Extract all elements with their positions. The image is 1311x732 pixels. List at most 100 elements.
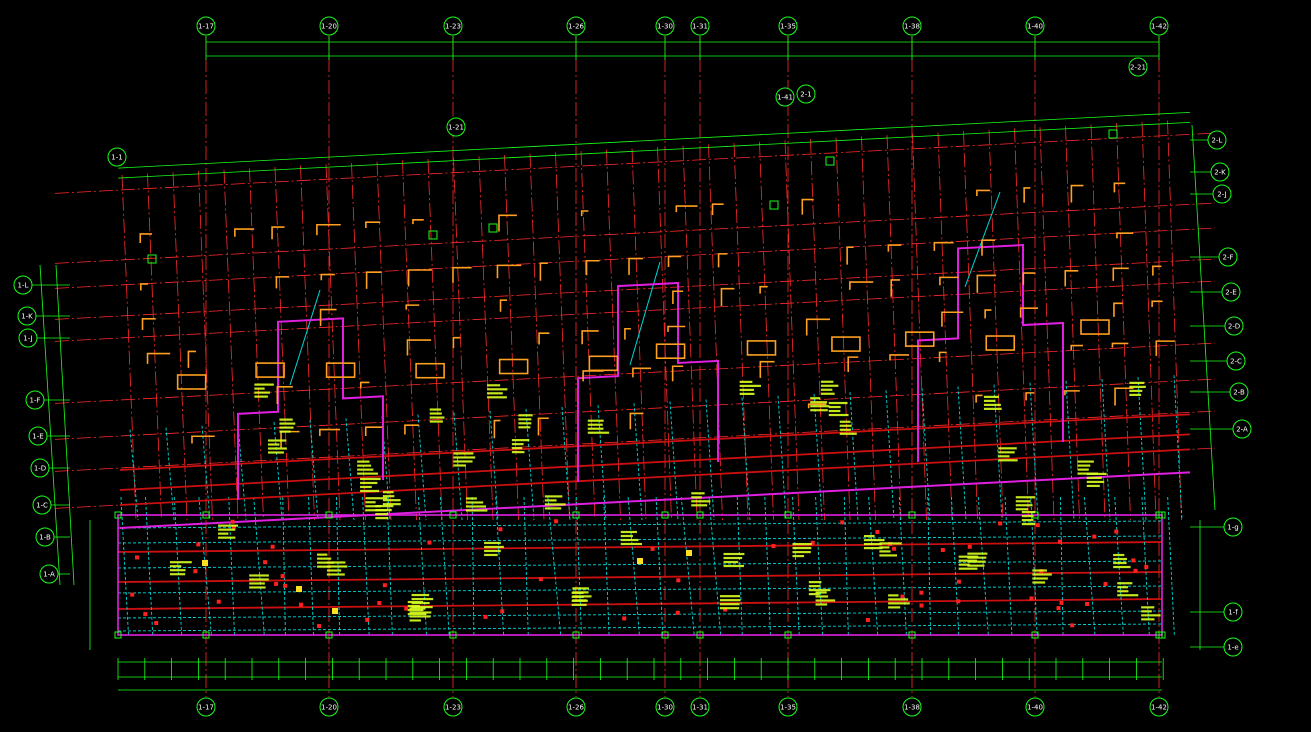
axis-bubble-top-1[interactable]: 1-20 bbox=[319, 16, 339, 36]
axis-bubble-slanted-2[interactable]: 1-41 bbox=[775, 87, 795, 107]
annotation-mark bbox=[249, 574, 269, 577]
annotation-mark bbox=[357, 464, 372, 467]
axis-bubble-bottom-6[interactable]: 1-35 bbox=[778, 697, 798, 717]
svg-text:1-C: 1-C bbox=[36, 502, 48, 510]
annotation-mark bbox=[863, 538, 885, 542]
annotation-mark bbox=[249, 578, 269, 581]
svg-text:1-D: 1-D bbox=[34, 465, 46, 473]
axis-bubble-bottom-0[interactable]: 1-17 bbox=[196, 697, 216, 717]
axis-bubble-right-11[interactable]: 1-e bbox=[1223, 637, 1243, 657]
column-dot bbox=[998, 521, 1003, 526]
annotation-mark bbox=[739, 388, 754, 391]
axis-bubble-right-9[interactable]: 1-g bbox=[1223, 517, 1243, 537]
column-dot bbox=[377, 600, 382, 605]
annotation-mark bbox=[828, 413, 849, 417]
svg-text:1-J: 1-J bbox=[23, 335, 32, 343]
axis-bubble-right-3[interactable]: 2-F bbox=[1218, 247, 1238, 267]
axis-bubble-bottom-8[interactable]: 1-40 bbox=[1025, 697, 1045, 717]
axis-bubble-slanted-1[interactable]: 1-21 bbox=[446, 117, 466, 137]
column-dot bbox=[676, 578, 681, 583]
svg-text:2-C: 2-C bbox=[1230, 358, 1242, 366]
annotation-mark bbox=[620, 538, 639, 542]
annotation-mark bbox=[571, 603, 587, 606]
annotation-mark bbox=[465, 509, 488, 512]
axis-bubble-left-1[interactable]: 1-K bbox=[17, 306, 37, 326]
axis-bubble-top-7[interactable]: 1-38 bbox=[902, 16, 922, 36]
annotation-mark bbox=[511, 451, 525, 454]
axis-bubble-left-7[interactable]: 1-B bbox=[35, 527, 55, 547]
annotation-mark bbox=[317, 557, 332, 560]
axis-bubble-left-6[interactable]: 1-C bbox=[32, 495, 52, 515]
annotation-mark bbox=[1117, 590, 1129, 593]
axis-bubble-left-2[interactable]: 1-J bbox=[18, 328, 38, 348]
axis-bubble-right-7[interactable]: 2-B bbox=[1229, 382, 1249, 402]
svg-text:1-f: 1-f bbox=[1228, 609, 1238, 617]
svg-text:1-38: 1-38 bbox=[904, 23, 920, 31]
axis-bubble-top-5[interactable]: 1-31 bbox=[690, 16, 710, 36]
column-dot bbox=[365, 617, 370, 622]
annotation-mark bbox=[1113, 565, 1131, 569]
annotation-mark bbox=[429, 412, 442, 415]
annotation-mark bbox=[879, 554, 898, 557]
annotation-mark bbox=[544, 495, 563, 498]
highlight-square bbox=[296, 586, 302, 592]
annotation-mark bbox=[828, 409, 841, 413]
axis-bubble-top-9[interactable]: 1-42 bbox=[1149, 16, 1169, 36]
annotation-mark bbox=[1021, 514, 1034, 518]
annotation-mark bbox=[218, 532, 229, 535]
annotation-mark bbox=[360, 485, 372, 489]
annotation-mark bbox=[815, 599, 836, 602]
annotation-mark bbox=[465, 505, 487, 508]
structural-plan-drawing: 1-17 1-20 1-23 1-26 1-30 1-31 1-35 1-38 … bbox=[0, 0, 1311, 732]
axis-bubble-bottom-7[interactable]: 1-38 bbox=[902, 697, 922, 717]
axis-bubble-bottom-9[interactable]: 1-42 bbox=[1149, 697, 1169, 717]
axis-bubble-right-5[interactable]: 2-D bbox=[1224, 316, 1244, 336]
svg-text:1-17: 1-17 bbox=[198, 23, 214, 31]
axis-bubble-right-6[interactable]: 2-C bbox=[1226, 351, 1246, 371]
axis-bubble-right-0[interactable]: 2-L bbox=[1207, 130, 1227, 150]
annotation-mark bbox=[375, 513, 389, 516]
annotation-mark bbox=[1141, 606, 1155, 609]
axis-bubble-left-5[interactable]: 1-D bbox=[30, 458, 50, 478]
axis-bubble-left-0[interactable]: 1-L bbox=[13, 275, 33, 295]
axis-bubble-bottom-2[interactable]: 1-23 bbox=[443, 697, 463, 717]
axis-bubble-top-4[interactable]: 1-30 bbox=[655, 16, 675, 36]
axis-bubble-bottom-5[interactable]: 1-31 bbox=[690, 697, 710, 717]
annotation-mark bbox=[1015, 500, 1031, 503]
annotation-mark bbox=[429, 416, 445, 419]
column-dot bbox=[316, 623, 321, 628]
axis-bubble-top-2[interactable]: 1-23 bbox=[443, 16, 463, 36]
annotation-mark bbox=[409, 615, 431, 618]
annotation-mark bbox=[429, 420, 443, 423]
axis-bubble-left-8[interactable]: 1-A bbox=[39, 564, 59, 584]
axis-bubble-top-0[interactable]: 1-17 bbox=[196, 16, 216, 36]
axis-bubble-left-4[interactable]: 1-E bbox=[28, 426, 48, 446]
annotation-mark bbox=[723, 552, 745, 556]
axis-bubble-top-3[interactable]: 1-26 bbox=[566, 16, 586, 36]
annotation-mark bbox=[888, 598, 909, 601]
axis-bubble-bottom-1[interactable]: 1-20 bbox=[319, 697, 339, 717]
annotation-mark bbox=[518, 414, 533, 417]
svg-text:2-A: 2-A bbox=[1236, 426, 1248, 434]
annotation-mark bbox=[1086, 476, 1102, 480]
axis-bubble-bottom-3[interactable]: 1-26 bbox=[566, 697, 586, 717]
svg-text:1-e: 1-e bbox=[1227, 644, 1238, 652]
axis-bubble-bottom-4[interactable]: 1-30 bbox=[655, 697, 675, 717]
axis-bubble-right-8[interactable]: 2-A bbox=[1232, 419, 1252, 439]
annotation-mark bbox=[828, 401, 848, 405]
axis-bubble-right-2[interactable]: 2-J bbox=[1212, 184, 1232, 204]
annotation-mark bbox=[863, 546, 883, 550]
annotation-mark bbox=[1141, 610, 1152, 613]
axis-bubble-left-3[interactable]: 1-F bbox=[25, 390, 45, 410]
annotation-mark bbox=[958, 559, 977, 562]
svg-text:2-21: 2-21 bbox=[1130, 64, 1146, 72]
axis-bubble-right-4[interactable]: 2-E bbox=[1221, 282, 1241, 302]
axis-bubble-slanted-4[interactable]: 2-21 bbox=[1128, 57, 1148, 77]
annotation-mark bbox=[453, 452, 474, 455]
axis-bubble-right-1[interactable]: 2-K bbox=[1210, 162, 1230, 182]
axis-bubble-top-8[interactable]: 1-40 bbox=[1025, 16, 1045, 36]
axis-bubble-slanted-0[interactable]: 1-1 bbox=[107, 147, 127, 167]
axis-bubble-top-6[interactable]: 1-35 bbox=[778, 16, 798, 36]
axis-bubble-right-10[interactable]: 1-f bbox=[1223, 602, 1243, 622]
axis-bubble-slanted-3[interactable]: 2-1 bbox=[796, 84, 816, 104]
